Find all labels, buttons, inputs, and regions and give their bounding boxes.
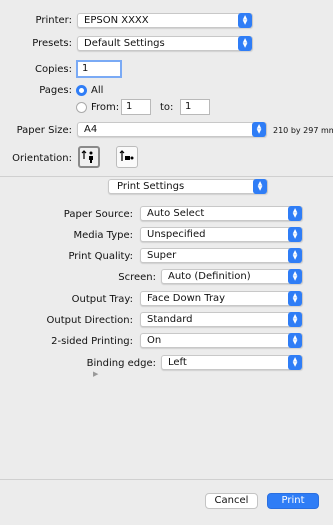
- pages-from-label: From:: [91, 102, 120, 113]
- orientation-portrait-button[interactable]: [78, 146, 100, 168]
- output-direction-value: Standard: [147, 314, 193, 325]
- paper-dimensions: 210 by 297 mm: [273, 126, 333, 135]
- disclosure-triangle-icon[interactable]: ▶: [93, 370, 98, 378]
- output-direction-label: Output Direction:: [46, 315, 133, 326]
- output-tray-value: Face Down Tray: [147, 293, 226, 304]
- popup-stepper-icon: ▲ ▼: [288, 227, 302, 242]
- paper-size-popup[interactable]: A4 ▲ ▼: [77, 122, 267, 137]
- print-quality-label: Print Quality:: [68, 251, 133, 262]
- print-quality-value: Super: [147, 250, 177, 261]
- copies-label: Copies:: [35, 64, 72, 75]
- media-type-popup[interactable]: Unspecified ▲ ▼: [140, 227, 303, 242]
- popup-stepper-icon: ▲ ▼: [238, 36, 252, 51]
- printer-label: Printer:: [35, 15, 72, 26]
- popup-stepper-icon: ▲ ▼: [253, 179, 267, 194]
- orientation-landscape-button[interactable]: [116, 146, 138, 168]
- printer-popup[interactable]: EPSON XXXX ▲ ▼: [77, 13, 253, 28]
- output-tray-label: Output Tray:: [71, 294, 133, 305]
- popup-stepper-icon: ▲ ▼: [238, 13, 252, 28]
- footer-divider: [0, 479, 333, 480]
- media-type-value: Unspecified: [147, 229, 206, 240]
- binding-edge-popup[interactable]: Left ▲ ▼: [161, 355, 303, 370]
- pages-from-field[interactable]: 1: [121, 99, 151, 115]
- print-button[interactable]: Print: [267, 493, 319, 509]
- landscape-icon: [119, 150, 134, 161]
- media-type-label: Media Type:: [73, 230, 133, 241]
- pages-to-field[interactable]: 1: [180, 99, 210, 115]
- popup-stepper-icon: ▲ ▼: [288, 248, 302, 263]
- popup-stepper-icon: ▲ ▼: [288, 333, 302, 348]
- two-sided-value: On: [147, 335, 162, 346]
- screen-value: Auto (Definition): [168, 271, 251, 282]
- presets-label: Presets:: [32, 38, 72, 49]
- paper-size-label: Paper Size:: [16, 125, 72, 136]
- pages-all-radio[interactable]: [76, 85, 87, 96]
- screen-popup[interactable]: Auto (Definition) ▲ ▼: [161, 269, 303, 284]
- printer-value: EPSON XXXX: [84, 15, 149, 26]
- pages-label: Pages:: [39, 85, 72, 96]
- popup-stepper-icon: ▲ ▼: [288, 312, 302, 327]
- print-quality-popup[interactable]: Super ▲ ▼: [140, 248, 303, 263]
- divider: [0, 176, 333, 177]
- orientation-label: Orientation:: [12, 153, 72, 164]
- output-direction-popup[interactable]: Standard ▲ ▼: [140, 312, 303, 327]
- popup-stepper-icon: ▲ ▼: [288, 206, 302, 221]
- presets-popup[interactable]: Default Settings ▲ ▼: [77, 36, 253, 51]
- binding-edge-value: Left: [168, 357, 187, 368]
- pages-range-radio[interactable]: [76, 102, 87, 113]
- popup-stepper-icon: ▲ ▼: [288, 355, 302, 370]
- copies-field[interactable]: 1: [76, 60, 122, 78]
- cancel-button[interactable]: Cancel: [205, 493, 258, 509]
- popup-stepper-icon: ▲ ▼: [252, 122, 266, 137]
- paper-source-popup[interactable]: Auto Select ▲ ▼: [140, 206, 303, 221]
- popup-stepper-icon: ▲ ▼: [288, 269, 302, 284]
- presets-value: Default Settings: [84, 38, 165, 49]
- paper-size-value: A4: [84, 124, 98, 135]
- output-tray-popup[interactable]: Face Down Tray ▲ ▼: [140, 291, 303, 306]
- portrait-icon: [81, 150, 93, 163]
- section-value: Print Settings: [117, 181, 185, 192]
- screen-label: Screen:: [118, 272, 156, 283]
- section-popup[interactable]: Print Settings ▲ ▼: [108, 179, 268, 194]
- two-sided-popup[interactable]: On ▲ ▼: [140, 333, 303, 348]
- pages-all-label: All: [91, 85, 104, 96]
- paper-source-value: Auto Select: [147, 208, 205, 219]
- pages-to-label: to:: [160, 102, 174, 113]
- paper-source-label: Paper Source:: [63, 209, 133, 220]
- two-sided-label: 2-sided Printing:: [51, 336, 133, 347]
- popup-stepper-icon: ▲ ▼: [288, 291, 302, 306]
- binding-edge-label: Binding edge:: [86, 358, 156, 369]
